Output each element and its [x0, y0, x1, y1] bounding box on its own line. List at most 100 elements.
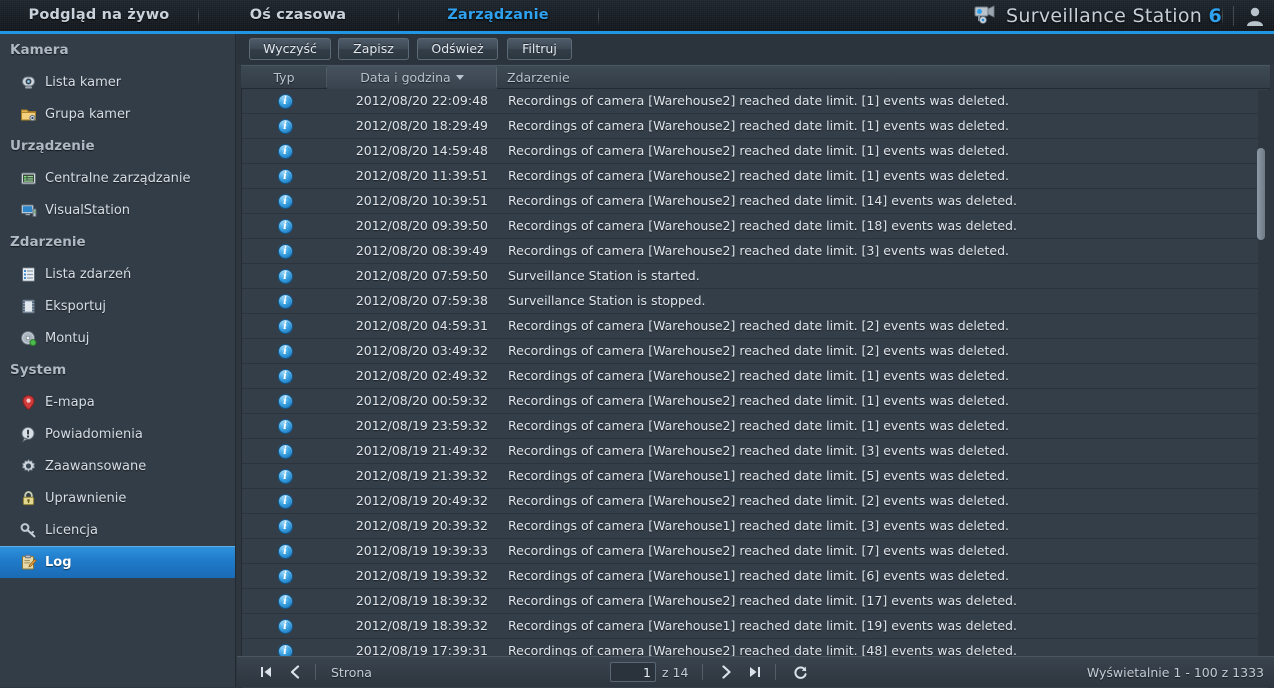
cell-event: Recordings of camera [Warehouse2] reache… [508, 389, 1009, 413]
tab-2[interactable]: Oś czasowa [198, 0, 398, 31]
sidebar-item-powiadomienia[interactable]: Powiadomienia [0, 418, 235, 450]
table-row[interactable]: i2012/08/19 23:59:32Recordings of camera… [242, 414, 1270, 439]
info-icon: i [278, 369, 293, 384]
sidebar-item-label: Log [45, 555, 72, 570]
clipboard-icon [20, 554, 37, 571]
info-icon: i [278, 244, 293, 259]
prev-page-button[interactable] [284, 661, 306, 683]
cell-datetime: 2012/08/19 23:59:32 [328, 414, 498, 438]
info-icon: i [278, 619, 293, 634]
cell-datetime: 2012/08/20 07:59:38 [328, 289, 498, 313]
cell-datetime: 2012/08/19 20:49:32 [328, 489, 498, 513]
cell-type: i [242, 539, 328, 563]
sidebar-item-zaawansowane[interactable]: Zaawansowane [0, 450, 235, 482]
table-row[interactable]: i2012/08/19 20:39:32Recordings of camera… [242, 514, 1270, 539]
sidebar-item-label: Centralne zarządzanie [45, 171, 191, 186]
wyczyść-button[interactable]: Wyczyść [249, 38, 331, 60]
table-row[interactable]: i2012/08/19 18:39:32Recordings of camera… [242, 614, 1270, 639]
table-row[interactable]: i2012/08/19 19:39:32Recordings of camera… [242, 564, 1270, 589]
info-icon: i [278, 394, 293, 409]
cell-event: Recordings of camera [Warehouse2] reache… [508, 414, 1009, 438]
brand-name: Surveillance Station [1006, 5, 1202, 27]
table-row[interactable]: i2012/08/20 11:39:51Recordings of camera… [242, 164, 1270, 189]
info-icon: i [278, 594, 293, 609]
table-row[interactable]: i2012/08/19 20:49:32Recordings of camera… [242, 489, 1270, 514]
cell-datetime: 2012/08/19 18:39:32 [328, 589, 498, 613]
table-row[interactable]: i2012/08/20 02:49:32Recordings of camera… [242, 364, 1270, 389]
cell-event: Recordings of camera [Warehouse1] reache… [508, 564, 1009, 588]
sidebar-item-montuj[interactable]: Montuj [0, 322, 235, 354]
gear-icon [20, 458, 37, 475]
sidebar-section-zdarzenie: Zdarzenie [0, 226, 235, 258]
total-pages-label: z 14 [662, 657, 688, 688]
film-icon [20, 298, 37, 315]
column-header-event[interactable]: Zdarzenie [497, 66, 1269, 89]
folder-icon [20, 106, 37, 123]
sidebar-item-label: Lista zdarzeń [45, 267, 131, 282]
odśwież-button[interactable]: Odśwież [417, 38, 498, 60]
sidebar-item-licencja[interactable]: Licencja [0, 514, 235, 546]
column-header-datetime[interactable]: Data i godzina [327, 66, 497, 89]
chevron-left-icon [288, 665, 302, 679]
sidebar-item-log[interactable]: Log [0, 546, 235, 578]
filtruj-button[interactable]: Filtruj [507, 38, 572, 60]
table-row[interactable]: i2012/08/19 19:39:33Recordings of camera… [242, 539, 1270, 564]
table-row[interactable]: i2012/08/20 00:59:32Recordings of camera… [242, 389, 1270, 414]
sidebar: KameraLista kamerGrupa kamerUrządzenieCe… [0, 34, 236, 687]
tab-1[interactable]: Podgląd na żywo [0, 0, 198, 31]
cell-datetime: 2012/08/19 21:49:32 [328, 439, 498, 463]
first-page-button[interactable] [255, 661, 277, 683]
brand-separator [1233, 6, 1234, 26]
pagination-bar: Strona z 14 Wyświetalnie 1 - 100 z 1333 [237, 656, 1274, 687]
user-avatar-icon[interactable] [1244, 5, 1266, 31]
cell-event: Recordings of camera [Warehouse2] reache… [508, 114, 1009, 138]
info-icon: i [278, 194, 293, 209]
table-row[interactable]: i2012/08/20 07:59:50Surveillance Station… [242, 264, 1270, 289]
sidebar-item-uprawnienie[interactable]: Uprawnienie [0, 482, 235, 514]
sidebar-item-lista-kamer[interactable]: Lista kamer [0, 66, 235, 98]
table-row[interactable]: i2012/08/19 21:39:32Recordings of camera… [242, 464, 1270, 489]
sidebar-item-label: Powiadomienia [45, 427, 143, 442]
sidebar-item-grupa-kamer[interactable]: Grupa kamer [0, 98, 235, 130]
sidebar-item-label: Zaawansowane [45, 459, 146, 474]
table-row[interactable]: i2012/08/20 08:39:49Recordings of camera… [242, 239, 1270, 264]
refresh-button[interactable] [789, 661, 811, 683]
chevron-down-icon [456, 75, 464, 80]
page-number-input[interactable] [610, 662, 656, 682]
cell-type: i [242, 514, 328, 538]
table-row[interactable]: i2012/08/20 22:09:48Recordings of camera… [242, 89, 1270, 114]
vertical-scrollbar-thumb[interactable] [1257, 148, 1265, 240]
sidebar-item-visualstation[interactable]: VisualStation [0, 194, 235, 226]
next-page-button[interactable] [715, 661, 737, 683]
cell-type: i [242, 389, 328, 413]
table-row[interactable]: i2012/08/20 10:39:51Recordings of camera… [242, 189, 1270, 214]
tab-separator [598, 6, 599, 26]
cell-event: Recordings of camera [Warehouse2] reache… [508, 339, 1009, 363]
vertical-scrollbar-track[interactable] [1258, 90, 1270, 687]
sidebar-item-centralne-zarządzanie[interactable]: Centralne zarządzanie [0, 162, 235, 194]
zapisz-button[interactable]: Zapisz [338, 38, 409, 60]
info-icon: i [278, 319, 293, 334]
tab-3[interactable]: Zarządzanie [398, 0, 598, 31]
info-icon: i [278, 144, 293, 159]
lock-icon [20, 490, 37, 507]
info-icon: i [278, 444, 293, 459]
table-row[interactable]: i2012/08/19 18:39:32Recordings of camera… [242, 589, 1270, 614]
column-header-type[interactable]: Typ [241, 66, 327, 89]
table-row[interactable]: i2012/08/20 03:49:32Recordings of camera… [242, 339, 1270, 364]
tab-separator [198, 6, 199, 26]
sidebar-item-eksportuj[interactable]: Eksportuj [0, 290, 235, 322]
last-page-button[interactable] [744, 661, 766, 683]
cell-event: Recordings of camera [Warehouse1] reache… [508, 614, 1017, 638]
cell-event: Recordings of camera [Warehouse2] reache… [508, 439, 1009, 463]
table-row[interactable]: i2012/08/20 09:39:50Recordings of camera… [242, 214, 1270, 239]
table-row[interactable]: i 2012/08/19 21:49:32 Recordings of camera… [242, 439, 1270, 464]
table-row[interactable]: i2012/08/20 04:59:31Recordings of camera… [242, 314, 1270, 339]
sidebar-item-e-mapa[interactable]: E-mapa [0, 386, 235, 418]
cell-event: Recordings of camera [Warehouse2] reache… [508, 139, 1009, 163]
table-row[interactable]: i2012/08/20 14:59:48Recordings of camera… [242, 139, 1270, 164]
log-table-body[interactable]: i2012/08/20 22:09:48Recordings of camera… [241, 89, 1270, 688]
sidebar-item-lista-zdarzeń[interactable]: Lista zdarzeń [0, 258, 235, 290]
table-row[interactable]: i2012/08/20 07:59:38Surveillance Station… [242, 289, 1270, 314]
table-row[interactable]: i2012/08/20 18:29:49Recordings of camera… [242, 114, 1270, 139]
